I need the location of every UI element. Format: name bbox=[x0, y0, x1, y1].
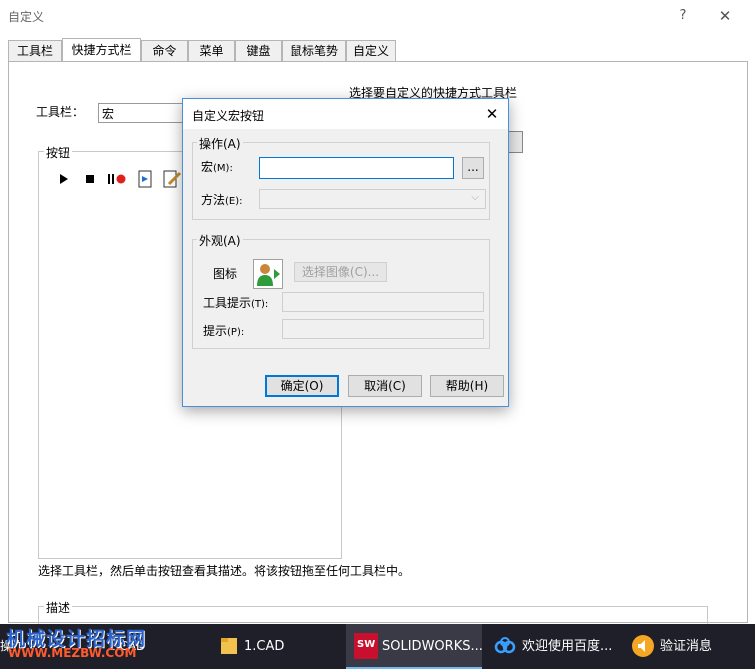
method-label: 方法(E): bbox=[201, 191, 243, 208]
operation-group-label: 操作(A) bbox=[197, 135, 243, 152]
speaker-icon bbox=[632, 635, 654, 657]
taskbar-folder-label: 1.CAD bbox=[244, 639, 285, 654]
new-macro-icon[interactable] bbox=[136, 170, 154, 188]
macro-label: 宏(M): bbox=[201, 158, 233, 175]
chevron-down-icon: ⌵ bbox=[471, 192, 479, 203]
choose-image-button[interactable]: 选择图像(C)... bbox=[294, 262, 387, 282]
tooltip-label-text: 工具提示 bbox=[203, 296, 252, 310]
solidworks-icon: SW bbox=[354, 633, 378, 659]
prompt-key: (P): bbox=[227, 327, 245, 338]
method-key: (E): bbox=[225, 196, 243, 207]
folder-icon bbox=[221, 638, 237, 654]
watermark-url: WWW.MEZBW.COM bbox=[8, 646, 137, 660]
taskbar-item-baidu[interactable]: 欢迎使用百度... bbox=[486, 624, 622, 669]
taskbar-solidworks-label: SOLIDWORKS... bbox=[382, 639, 483, 654]
person-icon bbox=[257, 264, 280, 286]
prompt-input[interactable] bbox=[282, 319, 484, 339]
macro-input[interactable] bbox=[259, 157, 454, 179]
custom-macro-button-dialog: 自定义宏按钮 ✕ 操作(A) 宏(M): ... 方法(E): ⌵ 外观(A) … bbox=[182, 98, 509, 407]
tooltip-key: (T): bbox=[251, 299, 269, 310]
macro-label-text: 宏 bbox=[201, 160, 214, 174]
svg-text:SW: SW bbox=[357, 639, 375, 650]
cancel-button[interactable]: 取消(C) bbox=[348, 375, 422, 397]
prompt-label-text: 提示 bbox=[203, 324, 228, 338]
hint-text: 选择工具栏，然后单击按钮查看其描述。将该按钮拖至任何工具栏中。 bbox=[38, 564, 411, 578]
dialog-close-button[interactable]: ✕ bbox=[481, 103, 503, 125]
icon-label: 图标 bbox=[213, 267, 238, 281]
tab-toolbars[interactable]: 工具栏 bbox=[8, 40, 62, 61]
taskbar-item-solidworks[interactable]: SW SOLIDWORKS... bbox=[346, 624, 483, 669]
browse-button[interactable]: ... bbox=[462, 157, 484, 179]
tooltip-label: 工具提示(T): bbox=[203, 294, 268, 311]
tab-shortcut-bars[interactable]: 快捷方式栏 bbox=[62, 38, 141, 61]
taskbar-item-folder[interactable]: 1.CAD bbox=[212, 624, 342, 669]
tab-customize[interactable]: 自定义 bbox=[346, 40, 396, 61]
taskbar-baidu-label: 欢迎使用百度... bbox=[522, 639, 613, 654]
baidu-cloud-icon bbox=[494, 637, 516, 654]
pause-record-icon[interactable] bbox=[106, 170, 128, 188]
ok-button[interactable]: 确定(O) bbox=[265, 375, 339, 397]
tooltip-input[interactable] bbox=[282, 292, 484, 312]
help-button[interactable]: ? bbox=[672, 5, 694, 27]
buttons-group-label: 按钮 bbox=[44, 144, 73, 161]
window-title: 自定义 bbox=[8, 10, 45, 24]
toolbar-label: 工具栏： bbox=[36, 105, 85, 119]
method-label-text: 方法 bbox=[201, 193, 226, 207]
prompt-label: 提示(P): bbox=[203, 322, 244, 339]
play-icon[interactable] bbox=[58, 170, 70, 188]
tab-menus[interactable]: 菜单 bbox=[188, 40, 235, 61]
macro-icon-preview[interactable] bbox=[253, 259, 283, 289]
taskbar-verify-label: 验证消息 bbox=[660, 639, 713, 654]
window-titlebar bbox=[0, 0, 755, 32]
tab-keyboard[interactable]: 键盘 bbox=[235, 40, 282, 61]
dialog-title: 自定义宏按钮 bbox=[192, 109, 265, 123]
tab-commands[interactable]: 命令 bbox=[141, 40, 188, 61]
taskbar-item-verify[interactable]: 验证消息 bbox=[626, 624, 755, 669]
description-group-label: 描述 bbox=[44, 599, 73, 616]
edit-macro-icon[interactable] bbox=[162, 170, 182, 188]
macro-key: (M): bbox=[213, 163, 233, 174]
method-select[interactable]: ⌵ bbox=[259, 189, 486, 209]
toolbar-select[interactable]: 宏 bbox=[98, 103, 188, 123]
help-dialog-button[interactable]: 帮助(H) bbox=[430, 375, 504, 397]
tab-mouse-gestures[interactable]: 鼠标笔势 bbox=[282, 40, 346, 61]
close-button[interactable]: ✕ bbox=[714, 5, 736, 27]
appearance-group-label: 外观(A) bbox=[197, 232, 243, 249]
stop-icon[interactable] bbox=[84, 170, 96, 188]
